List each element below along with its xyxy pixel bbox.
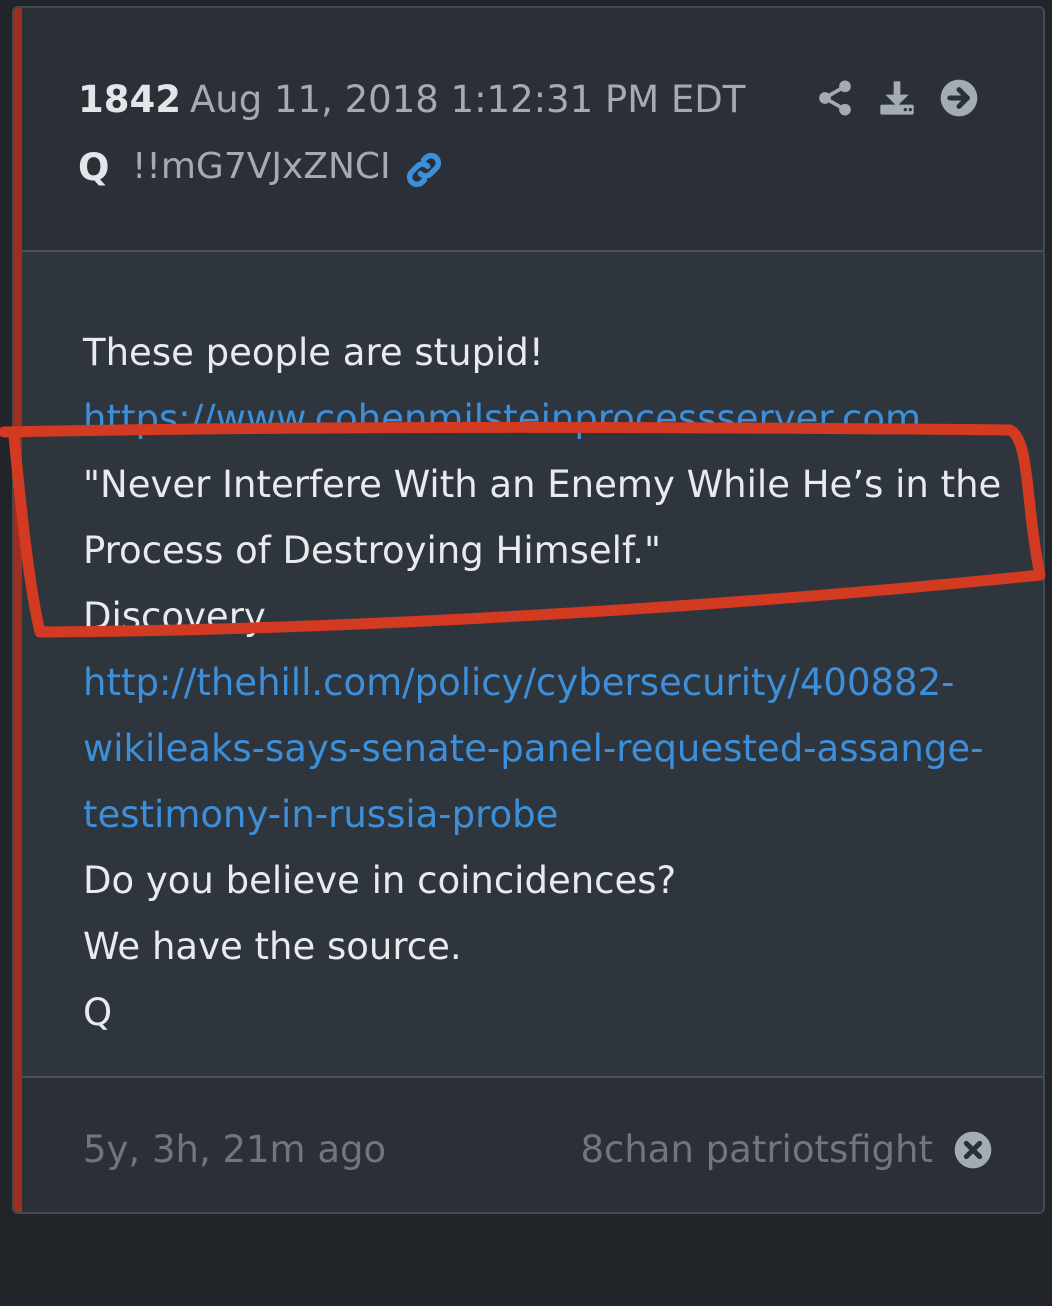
post-card: 1842 Aug 11, 2018 1:12:31 PM EDT Q !!mG7… — [12, 6, 1045, 1214]
thehill-link[interactable]: testimony-in-russia-probe — [83, 782, 983, 848]
tripcode: !!mG7VJxZNCI — [132, 146, 391, 187]
source-label[interactable]: 8chan patriotsfight — [580, 1128, 933, 1171]
time-ago: 5y, 3h, 21m ago — [83, 1128, 387, 1171]
quote-line: "Never Interfere With an Enemy While He’… — [83, 463, 1002, 506]
quote-line: Process of Destroying Himself." — [83, 529, 662, 572]
post-date: Aug 11, 2018 1:12:31 PM EDT — [190, 78, 746, 121]
link-icon[interactable] — [402, 148, 446, 192]
text-line: Do you believe in coincidences? — [83, 859, 677, 902]
accent-bar — [14, 8, 22, 1212]
download-icon[interactable] — [877, 78, 917, 118]
text-line: These people are stupid! — [83, 331, 544, 374]
discovery-line: Discovery. — [83, 595, 273, 638]
arrow-right-circle-icon[interactable] — [939, 78, 979, 118]
signature: Q — [83, 991, 113, 1034]
post-body: These people are stupid! https://www.coh… — [22, 252, 1043, 1078]
post-text: These people are stupid! https://www.coh… — [83, 320, 1002, 1046]
post-footer: 5y, 3h, 21m ago 8chan patriotsfight — [22, 1078, 1043, 1212]
share-icon[interactable] — [815, 78, 855, 118]
post-number[interactable]: 1842 — [78, 78, 181, 121]
thehill-link[interactable]: wikileaks-says-senate-panel-requested-as… — [83, 716, 983, 782]
header-actions — [815, 78, 979, 118]
cohenmilstein-link[interactable]: https://www.cohenmilsteinprocessserver.c… — [83, 386, 983, 452]
text-line: We have the source. — [83, 925, 462, 968]
close-icon[interactable] — [953, 1130, 993, 1170]
post-header: 1842 Aug 11, 2018 1:12:31 PM EDT Q !!mG7… — [22, 8, 1043, 252]
thehill-link[interactable]: http://thehill.com/policy/cybersecurity/… — [83, 650, 983, 716]
author-name: Q — [78, 146, 110, 189]
